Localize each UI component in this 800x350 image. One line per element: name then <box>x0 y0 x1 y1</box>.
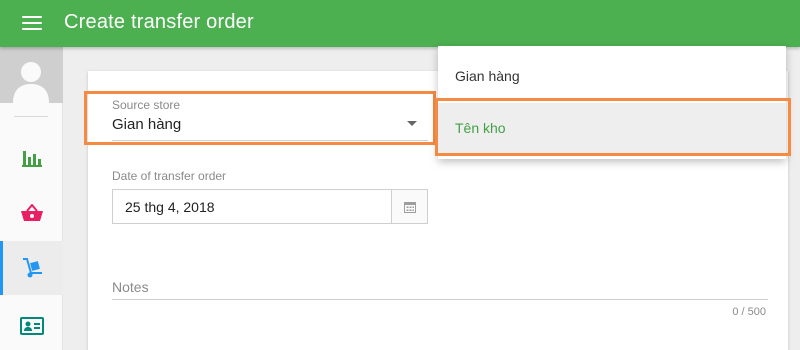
notes-underline <box>112 299 768 300</box>
sidebar-item-customers[interactable] <box>0 299 63 350</box>
dropdown-option-ten-kho[interactable]: Tên kho <box>438 103 786 155</box>
calendar-button[interactable] <box>391 189 428 224</box>
calendar-icon <box>403 201 416 213</box>
source-store-label: Source store <box>112 98 181 112</box>
sidebar-divider <box>14 116 48 117</box>
source-store-underline <box>112 140 428 141</box>
user-avatar-icon <box>13 62 49 103</box>
hamburger-menu-icon[interactable] <box>22 16 42 32</box>
sidebar-item-reports[interactable] <box>0 131 63 185</box>
source-store-dropdown-menu: Gian hàng Tên kho <box>438 46 786 159</box>
notes-field[interactable]: Notes <box>112 279 149 295</box>
transfer-date-field[interactable]: 25 thg 4, 2018 <box>112 189 392 224</box>
app-bar: Create transfer order <box>0 0 800 47</box>
hand-truck-icon <box>23 258 42 278</box>
transfer-date-label: Date of transfer order <box>112 169 227 183</box>
avatar[interactable] <box>0 47 63 103</box>
chevron-down-icon[interactable] <box>407 121 417 126</box>
sidebar <box>0 47 63 350</box>
sidebar-item-sales[interactable] <box>0 186 63 240</box>
page-title: Create transfer order <box>64 11 254 33</box>
notes-char-counter: 0 / 500 <box>732 306 766 318</box>
dropdown-option-gian-hang[interactable]: Gian hàng <box>438 51 786 103</box>
source-store-select[interactable]: Gian hàng <box>112 116 181 133</box>
bar-chart-icon <box>21 151 42 167</box>
id-card-icon <box>19 317 44 335</box>
basket-icon <box>20 204 43 221</box>
sidebar-item-transfer[interactable] <box>0 241 63 295</box>
